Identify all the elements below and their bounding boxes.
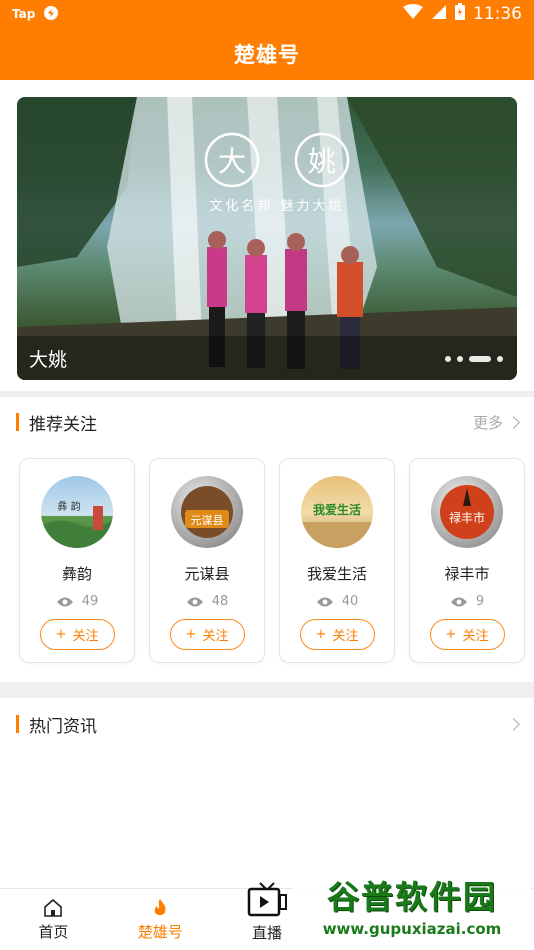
section-accent-bar <box>16 715 19 733</box>
tab-label: 楚雄号 <box>137 922 183 941</box>
recommend-title: 推荐关注 <box>29 414 97 435</box>
follow-button[interactable]: + 关注 <box>429 619 505 650</box>
banner-title-char-1: 大 <box>218 145 246 178</box>
carousel-dot <box>457 356 463 362</box>
follow-label: 关注 <box>332 629 359 644</box>
follow-label: 关注 <box>462 629 489 644</box>
carousel-dot <box>497 356 503 362</box>
account-card[interactable]: 彝 韵 彝韵 49 + 关注 <box>19 458 135 663</box>
eye-icon <box>56 597 73 606</box>
avatar: 彝 韵 <box>41 476 113 548</box>
avatar: 我爱生活 <box>301 476 373 548</box>
follow-label: 关注 <box>202 629 229 644</box>
more-button[interactable]: 更多 <box>472 412 520 433</box>
recommend-card-list[interactable]: 彝 韵 彝韵 49 + 关注 元谋县 元谋县 48 + 关注 我爱生活 我爱生活 <box>19 458 525 663</box>
more-label: 更多 <box>472 413 503 432</box>
avatar: 元谋县 <box>171 476 243 548</box>
chevron-right-icon <box>507 415 520 429</box>
account-name: 元谋县 <box>184 565 230 583</box>
section-accent-bar <box>16 413 19 431</box>
tap-label: Tap <box>12 7 36 21</box>
sync-icon <box>43 5 59 24</box>
watermark-logo: 谷普软件园 www.gupuxiazai.com <box>293 865 531 945</box>
hot-news-more[interactable] <box>507 717 520 731</box>
account-name: 彝韵 <box>61 565 92 583</box>
status-bar: Tap 11:36 <box>0 0 534 28</box>
recommend-header: 推荐关注 更多 <box>0 397 534 447</box>
view-count: 49 <box>56 594 99 609</box>
watermark-url: www.gupuxiazai.com <box>322 920 502 938</box>
hot-news-header[interactable]: 热门资讯 <box>0 699 534 749</box>
carousel-dot-active <box>469 356 491 362</box>
banner-carousel[interactable]: 大 姚 文化名邦 魅力大姚 大姚 <box>17 97 517 380</box>
page-title: 楚雄号 <box>234 43 300 67</box>
follow-label: 关注 <box>72 629 99 644</box>
plus-icon: + <box>445 627 457 642</box>
plus-icon: + <box>55 627 67 642</box>
signal-icon <box>431 4 447 25</box>
tab-home[interactable]: 首页 <box>0 889 107 950</box>
chevron-right-icon <box>507 717 520 731</box>
avatar-text: 我爱生活 <box>313 502 361 517</box>
follow-button[interactable]: + 关注 <box>169 619 245 650</box>
account-card[interactable]: 禄丰市 禄丰市 9 + 关注 <box>409 458 525 663</box>
eye-icon <box>186 597 203 606</box>
carousel-indicator <box>445 356 503 362</box>
tab-chuxionghao[interactable]: 楚雄号 <box>107 889 214 950</box>
carousel-dot <box>445 356 451 362</box>
banner-caption-bar: 大姚 <box>17 336 517 380</box>
account-card[interactable]: 元谋县 元谋县 48 + 关注 <box>149 458 265 663</box>
view-count-value: 48 <box>211 594 229 609</box>
avatar-text: 彝 韵 <box>57 500 80 513</box>
view-count-value: 40 <box>341 594 359 609</box>
banner-title-char-2: 姚 <box>308 145 336 178</box>
clock: 11:36 <box>473 4 522 24</box>
hot-news-title: 热门资讯 <box>29 716 97 737</box>
banner-caption: 大姚 <box>29 348 68 371</box>
battery-icon <box>455 3 465 25</box>
eye-icon <box>316 597 333 606</box>
account-name: 禄丰市 <box>444 565 490 583</box>
follow-button[interactable]: + 关注 <box>39 619 115 650</box>
tab-label: 首页 <box>38 922 69 941</box>
flame-icon <box>154 898 166 915</box>
avatar-text: 元谋县 <box>191 514 224 527</box>
view-count: 48 <box>186 594 229 609</box>
view-count: 40 <box>316 594 359 609</box>
view-count-value: 49 <box>81 594 99 609</box>
watermark-main: 谷普软件园 <box>326 878 497 916</box>
view-count-value: 9 <box>475 594 485 609</box>
view-count: 9 <box>450 594 484 609</box>
tab-label: 直播 <box>251 923 282 942</box>
home-icon <box>44 898 63 917</box>
plus-icon: + <box>185 627 197 642</box>
account-card[interactable]: 我爱生活 我爱生活 40 + 关注 <box>279 458 395 663</box>
app-header: 楚雄号 <box>0 28 534 80</box>
avatar-text: 禄丰市 <box>449 510 485 525</box>
wifi-icon <box>403 3 423 25</box>
tv-icon <box>247 881 287 916</box>
banner-subtitle: 文化名邦 魅力大姚 <box>209 198 344 214</box>
avatar: 禄丰市 <box>431 476 503 548</box>
eye-icon <box>450 597 467 606</box>
follow-button[interactable]: + 关注 <box>299 619 375 650</box>
plus-icon: + <box>315 627 327 642</box>
account-name: 我爱生活 <box>306 565 367 583</box>
divider <box>0 682 534 698</box>
